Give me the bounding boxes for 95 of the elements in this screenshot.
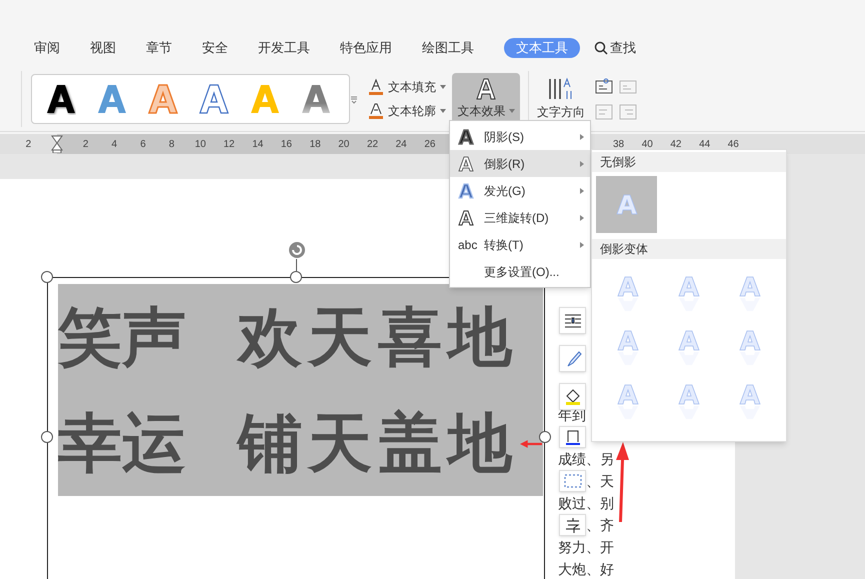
indent-marker-icon[interactable] bbox=[50, 135, 63, 153]
letter-a-icon bbox=[458, 156, 474, 172]
ruler-number: 12 bbox=[222, 138, 236, 152]
body-text: 成绩、另 bbox=[558, 450, 614, 469]
ruler-number: 38 bbox=[612, 138, 626, 152]
menu-item[interactable]: 发光(G) bbox=[450, 177, 590, 204]
link-textbox-icon[interactable] bbox=[595, 78, 613, 94]
menu-item[interactable]: 阴影(S) bbox=[450, 123, 590, 150]
ribbon-tab[interactable]: 视图 bbox=[90, 38, 116, 58]
headline-text: 铺天盖地 bbox=[238, 411, 518, 475]
headline-text: 笑声 bbox=[58, 305, 186, 369]
menu-item[interactable]: 倒影(R) bbox=[450, 150, 590, 177]
menu-item[interactable]: abc 转换(T) bbox=[450, 231, 590, 258]
reflected-letter-icon bbox=[678, 330, 700, 366]
ruler-number: 10 bbox=[194, 138, 207, 152]
headline-text: 幸运 bbox=[58, 411, 186, 475]
section-heading: 倒影变体 bbox=[592, 239, 786, 259]
ribbon-tab[interactable]: 安全 bbox=[202, 38, 228, 58]
text-style-icon[interactable] bbox=[46, 82, 76, 114]
caret-icon bbox=[508, 108, 514, 112]
layout-icon bbox=[564, 312, 582, 330]
fill-bucket-button[interactable] bbox=[559, 383, 586, 410]
ruler-number: 14 bbox=[251, 138, 264, 152]
textbox-icon[interactable] bbox=[619, 104, 637, 120]
textbox-icon bbox=[564, 472, 582, 490]
submenu-arrow-icon bbox=[580, 134, 584, 140]
reflected-letter-icon bbox=[616, 194, 638, 215]
reflected-letter-icon bbox=[738, 276, 761, 312]
ruler-number: 8 bbox=[168, 138, 176, 152]
fill-bucket-icon bbox=[564, 388, 582, 406]
arrow-icon bbox=[615, 442, 629, 522]
format-command[interactable]: 文本轮廓 bbox=[368, 102, 446, 120]
ruler-number: 42 bbox=[669, 138, 682, 152]
text-outline-icon bbox=[368, 102, 384, 119]
letter-a-icon bbox=[458, 210, 474, 226]
submenu-arrow-icon bbox=[580, 160, 584, 166]
text-fill-icon bbox=[368, 78, 384, 95]
caret-icon bbox=[440, 108, 446, 112]
ruler-number: 26 bbox=[423, 138, 436, 152]
submenu-arrow-icon bbox=[580, 214, 584, 220]
brush-button[interactable] bbox=[559, 345, 586, 372]
ruler-number: 4 bbox=[110, 138, 118, 152]
reflected-letter-icon bbox=[738, 330, 761, 366]
ribbon-tab[interactable]: 审阅 bbox=[34, 38, 60, 58]
ribbon-tab[interactable]: 章节 bbox=[146, 38, 172, 58]
body-text: 大炮、好 bbox=[558, 560, 614, 579]
ruler-number: 46 bbox=[726, 138, 740, 152]
reflected-letter-icon bbox=[678, 276, 700, 312]
ribbon-tab[interactable]: 特色应用 bbox=[340, 38, 392, 58]
layout-button[interactable] bbox=[559, 307, 586, 334]
textbox-button[interactable] bbox=[559, 470, 586, 492]
ruler-number: 44 bbox=[698, 138, 712, 152]
textbox-icon[interactable] bbox=[619, 78, 637, 94]
body-text: 努力、开 bbox=[558, 538, 614, 557]
character-icon bbox=[564, 516, 582, 534]
ruler-number: 40 bbox=[640, 138, 654, 152]
letter-a-icon bbox=[476, 78, 496, 100]
caret-icon bbox=[440, 84, 446, 88]
rotate-handle-icon[interactable] bbox=[288, 241, 306, 259]
search-icon bbox=[594, 41, 608, 55]
ruler-number: 2 bbox=[82, 138, 90, 152]
ruler-number: 20 bbox=[337, 138, 350, 152]
border-button[interactable] bbox=[559, 426, 586, 448]
submenu-arrow-icon bbox=[580, 242, 584, 248]
textbox-icon[interactable] bbox=[595, 104, 613, 120]
more-icon bbox=[350, 94, 358, 104]
text-direction-button[interactable]: 文字方向 bbox=[537, 76, 585, 120]
reflected-letter-icon bbox=[678, 384, 700, 420]
submenu-arrow-icon bbox=[580, 188, 584, 194]
format-command[interactable]: 文本填充 bbox=[368, 78, 446, 96]
body-text: 、齐 bbox=[586, 516, 614, 535]
reflected-letter-icon bbox=[738, 384, 761, 420]
reflected-letter-icon bbox=[617, 384, 640, 420]
section-heading: 无倒影 bbox=[592, 152, 786, 172]
text-direction-icon bbox=[548, 76, 574, 100]
search-button[interactable]: 查找 bbox=[594, 38, 636, 58]
character-button[interactable] bbox=[559, 514, 586, 536]
ribbon-tab[interactable]: 开发工具 bbox=[258, 38, 310, 58]
headline-text: 欢天喜地 bbox=[238, 305, 518, 369]
ruler-number: 2 bbox=[24, 138, 32, 152]
reflected-letter-icon bbox=[617, 330, 640, 366]
text-box[interactable]: 笑声 欢天喜地 幸运 铺天盖地 bbox=[47, 277, 545, 579]
reflected-letter-icon bbox=[617, 276, 640, 312]
body-text: 败过、别 bbox=[558, 494, 614, 513]
letter-a-icon bbox=[458, 128, 474, 144]
ruler-number: 18 bbox=[308, 138, 322, 152]
body-text: 、天 bbox=[586, 472, 614, 491]
border-icon bbox=[564, 428, 582, 446]
ribbon-tab[interactable]: 绘图工具 bbox=[422, 38, 474, 58]
menu-item[interactable]: 三维旋转(D) bbox=[450, 204, 590, 231]
ruler-number: 24 bbox=[394, 138, 408, 152]
ruler-number: 16 bbox=[280, 138, 293, 152]
letter-a-icon bbox=[458, 182, 474, 198]
ruler-number: 6 bbox=[139, 138, 147, 152]
ruler-number: 22 bbox=[366, 138, 380, 152]
